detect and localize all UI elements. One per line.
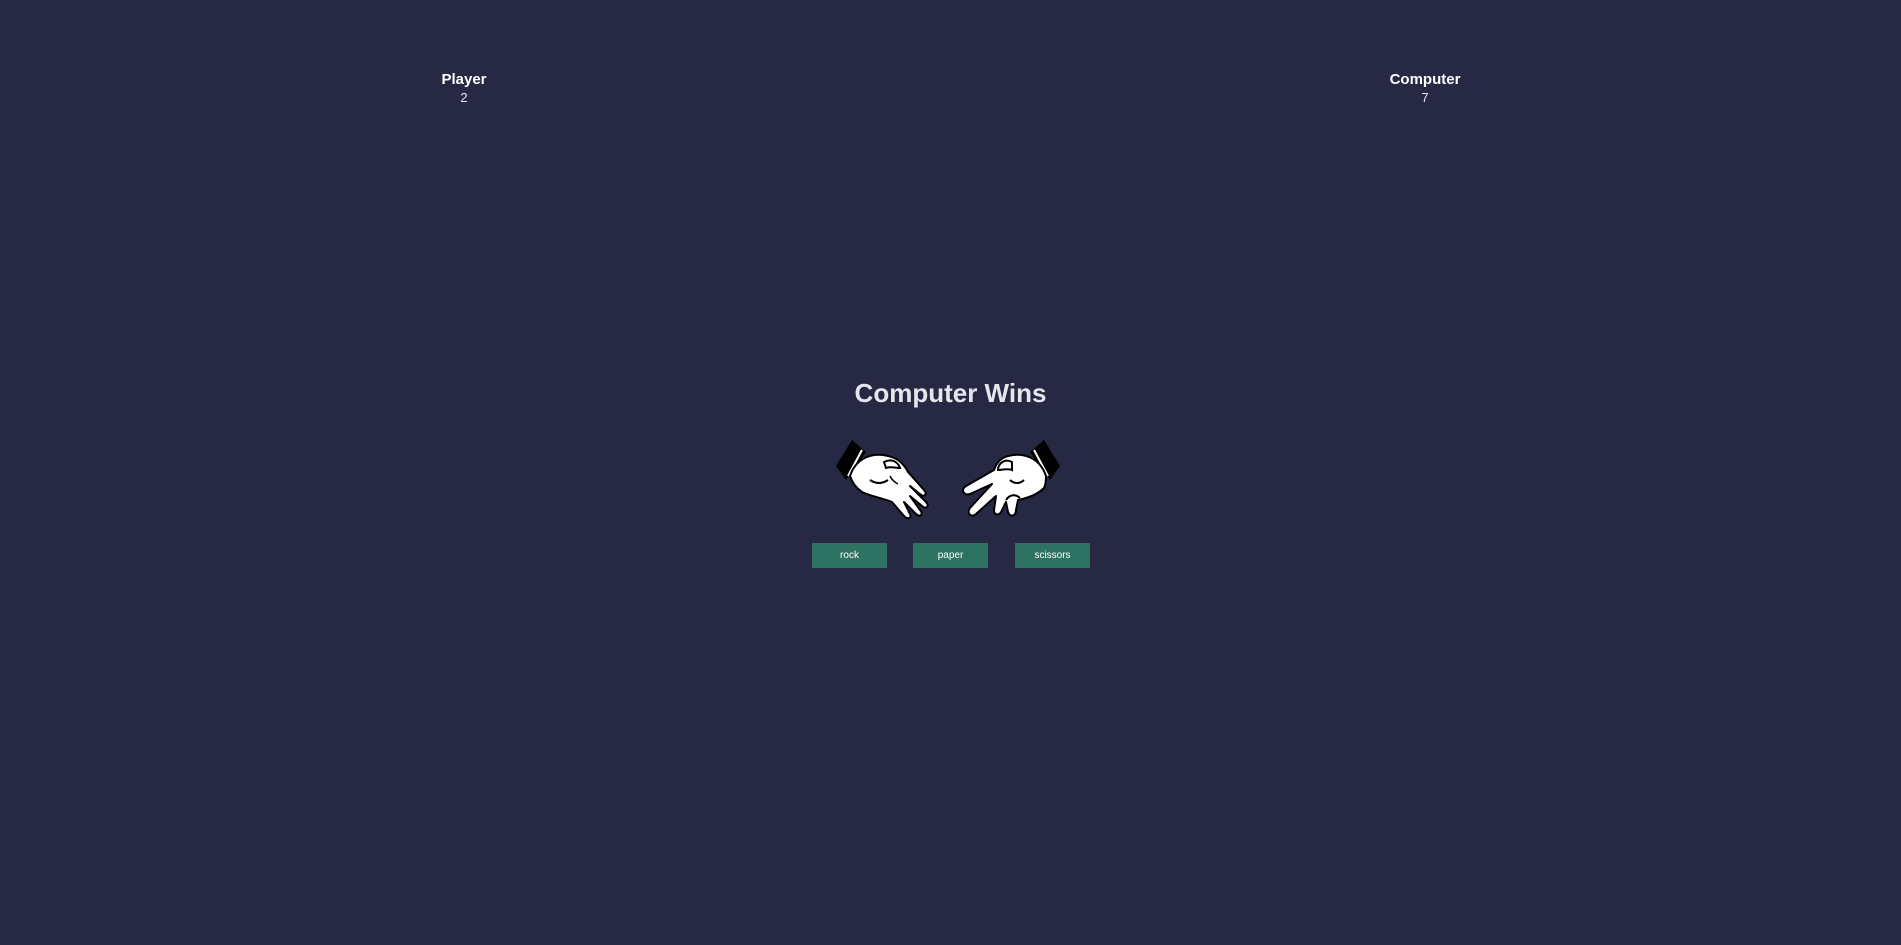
result-message: Computer Wins bbox=[854, 378, 1047, 408]
rock-button[interactable]: rock bbox=[812, 543, 887, 568]
game-screen: Player 2 Computer 7 Computer Wins rock p… bbox=[0, 0, 1901, 945]
choice-buttons: rock paper scissors bbox=[812, 543, 1090, 568]
computer-label: Computer bbox=[1389, 71, 1461, 88]
paper-hand-icon bbox=[836, 440, 929, 520]
player-label: Player bbox=[441, 71, 487, 88]
player-score-value: 2 bbox=[460, 90, 468, 105]
computer-score-value: 7 bbox=[1421, 90, 1429, 105]
scissors-button[interactable]: scissors bbox=[1015, 543, 1090, 568]
player-score: Player 2 bbox=[384, 70, 544, 107]
scissors-hand-icon bbox=[962, 440, 1060, 517]
computer-score: Computer 7 bbox=[1345, 70, 1505, 107]
hands-display bbox=[826, 436, 1070, 522]
paper-button[interactable]: paper bbox=[913, 543, 988, 568]
